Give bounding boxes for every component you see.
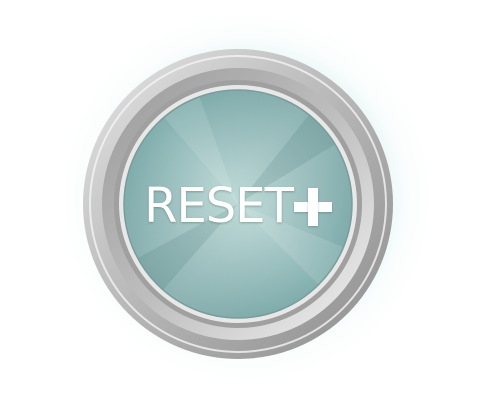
button-graphic	[83, 49, 393, 359]
reset-button[interactable]: RESET	[82, 48, 394, 360]
canvas: RESET	[0, 0, 486, 403]
